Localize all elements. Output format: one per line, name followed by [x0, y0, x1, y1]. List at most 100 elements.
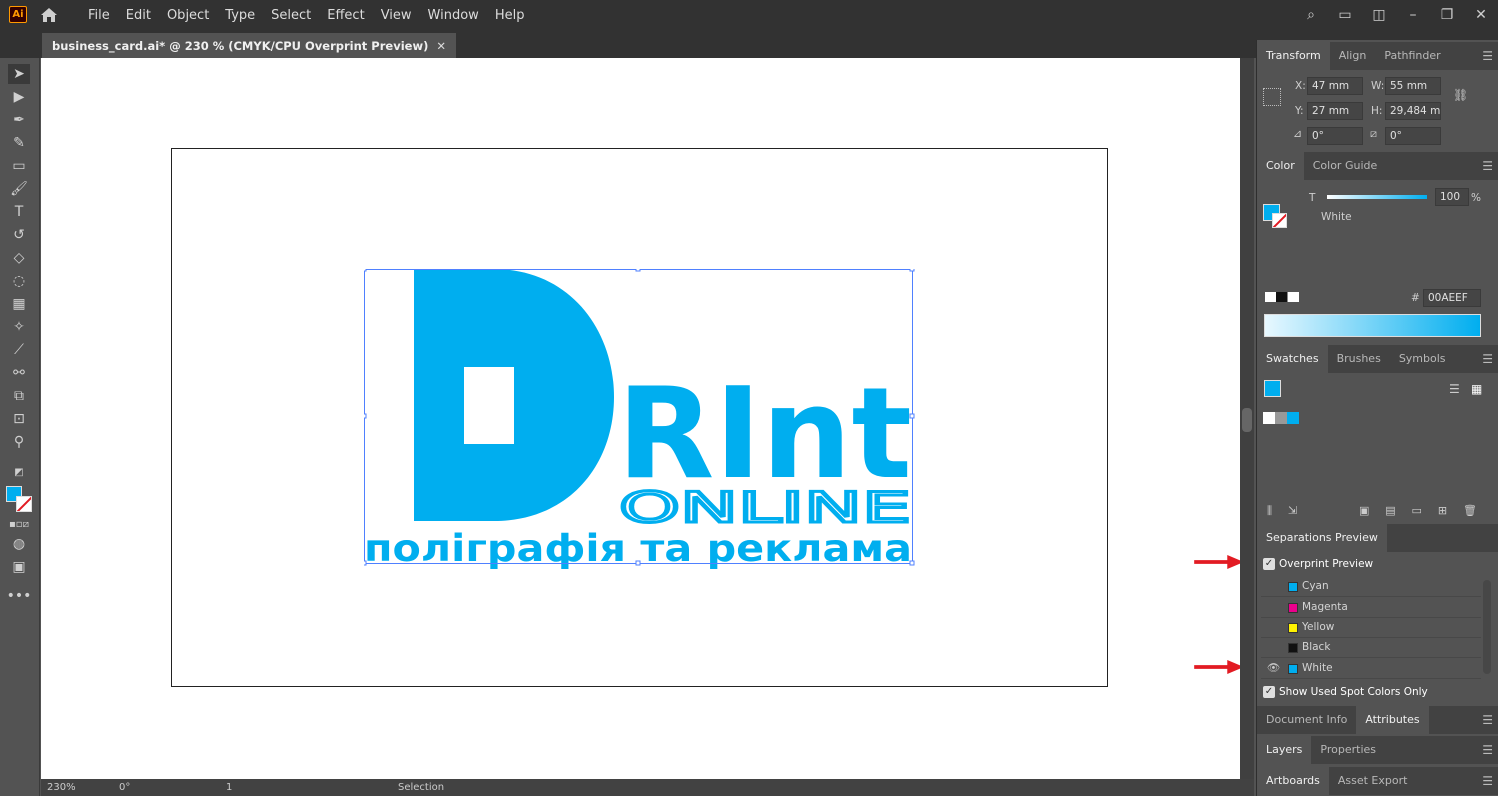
separations-scrollbar[interactable] [1483, 580, 1491, 674]
panel-menu-icon[interactable]: ☰ [1482, 774, 1493, 788]
tab-attributes[interactable]: Attributes [1356, 706, 1429, 734]
menu-select[interactable]: Select [263, 8, 319, 23]
rotate-tool-icon[interactable]: ↺ [8, 225, 30, 245]
close-tab-icon[interactable]: ✕ [436, 39, 446, 53]
swatch-options-icon[interactable]: ▣ [1359, 504, 1369, 518]
menu-view[interactable]: View [373, 8, 420, 23]
menu-help[interactable]: Help [487, 8, 533, 23]
artboard-tool-icon[interactable]: ⊡ [8, 409, 30, 429]
x-field[interactable]: 47 mm [1307, 77, 1363, 95]
search-icon[interactable]: ⌕ [1294, 7, 1328, 23]
document-tab[interactable]: business_card.ai* @ 230 % (CMYK/CPU Over… [42, 33, 456, 58]
swatches-fill-icon[interactable] [1264, 380, 1281, 397]
mesh-tool-icon[interactable]: ✧ [8, 317, 30, 337]
menu-object[interactable]: Object [159, 8, 217, 23]
rectangle-tool-icon[interactable]: ▭ [8, 156, 30, 176]
print-online-logo[interactable]: RInt ONLINE поліграфія та реклама [364, 269, 916, 569]
panel-menu-icon[interactable]: ☰ [1482, 49, 1493, 63]
rotate-angle-field[interactable]: 0° [1307, 127, 1363, 145]
stroke-none-icon[interactable] [16, 496, 32, 512]
menu-type[interactable]: Type [217, 8, 263, 23]
plate-row-magenta[interactable]: Magenta [1261, 598, 1481, 618]
tab-swatches[interactable]: Swatches [1257, 345, 1328, 373]
new-swatch-icon[interactable]: ⊞ [1438, 504, 1447, 518]
hex-field[interactable]: 00AEEF [1423, 289, 1481, 307]
menu-edit[interactable]: Edit [118, 8, 159, 23]
new-group-icon[interactable]: ▭ [1412, 504, 1422, 518]
none-swatch-icon[interactable] [1265, 292, 1299, 302]
default-colors-icon[interactable]: ◩ [8, 462, 30, 482]
shear-angle-field[interactable]: 0° [1385, 127, 1441, 145]
vertical-scrollbar[interactable] [1240, 58, 1254, 779]
place-swatch-icon[interactable]: ⇲ [1288, 504, 1297, 518]
screen-mode-icon[interactable]: ▣ [8, 557, 30, 577]
workspace-switcher-icon[interactable]: ◫ [1362, 7, 1396, 23]
tab-align[interactable]: Align [1330, 42, 1376, 70]
blend-tool-icon[interactable]: ⚯ [8, 363, 30, 383]
panel-menu-icon[interactable]: ☰ [1482, 159, 1493, 173]
artboard[interactable]: RInt ONLINE поліграфія та реклама [171, 148, 1108, 687]
scroll-thumb[interactable] [1242, 408, 1252, 432]
home-icon[interactable] [38, 4, 60, 26]
lasso-tool-icon[interactable]: ◌ [8, 271, 30, 291]
tab-color[interactable]: Color [1257, 152, 1304, 180]
tab-asset-export[interactable]: Asset Export [1329, 767, 1417, 795]
zoom-level[interactable]: 230% [47, 782, 76, 793]
curvature-tool-icon[interactable]: ✎ [8, 133, 30, 153]
tab-transform[interactable]: Transform [1257, 42, 1330, 70]
panel-menu-icon[interactable]: ☰ [1482, 352, 1493, 366]
tab-pathfinder[interactable]: Pathfinder [1375, 42, 1449, 70]
menu-window[interactable]: Window [420, 8, 487, 23]
tab-color-guide[interactable]: Color Guide [1304, 152, 1387, 180]
shape-builder-tool-icon[interactable]: ⧉ [8, 386, 30, 406]
tab-artboards[interactable]: Artboards [1257, 767, 1329, 795]
stroke-swatch-icon[interactable] [1272, 213, 1287, 228]
tab-symbols[interactable]: Symbols [1390, 345, 1455, 373]
panel-menu-icon[interactable]: ☰ [1482, 713, 1493, 727]
w-field[interactable]: 55 mm [1385, 77, 1441, 95]
spot-colors-only-checkbox[interactable]: ✓ [1263, 686, 1275, 698]
list-view-icon[interactable]: ☰ [1449, 382, 1460, 396]
reference-point-icon[interactable] [1263, 88, 1281, 106]
restore-icon[interactable]: ❐ [1430, 7, 1464, 23]
h-field[interactable]: 29,484 mm [1385, 102, 1441, 120]
color-mode-icon[interactable]: ▪▫⧄ [8, 514, 30, 534]
grid-view-icon[interactable]: ▦ [1471, 382, 1482, 396]
tab-properties[interactable]: Properties [1311, 736, 1385, 764]
eyedropper-tool-icon[interactable]: ⟋ [8, 340, 30, 360]
tab-brushes[interactable]: Brushes [1328, 345, 1390, 373]
tab-layers[interactable]: Layers [1257, 736, 1312, 764]
y-field[interactable]: 27 mm [1307, 102, 1363, 120]
plate-row-yellow[interactable]: Yellow [1261, 618, 1481, 638]
close-window-icon[interactable]: ✕ [1464, 7, 1498, 23]
swatch-list[interactable] [1263, 412, 1299, 424]
minimize-icon[interactable]: – [1396, 7, 1430, 23]
canvas[interactable]: RInt ONLINE поліграфія та реклама [41, 58, 1244, 779]
overprint-preview-checkbox[interactable]: ✓ [1263, 558, 1275, 570]
paintbrush-tool-icon[interactable]: 🖌 [8, 179, 30, 199]
plate-row-black[interactable]: Black [1261, 638, 1481, 658]
pen-tool-icon[interactable]: ✒ [8, 110, 30, 130]
edit-toolbar-icon[interactable]: ••• [7, 586, 32, 606]
plate-row-cyan[interactable]: Cyan [1261, 577, 1481, 597]
rotation-view[interactable]: 0° [119, 782, 130, 793]
menu-effect[interactable]: Effect [319, 8, 372, 23]
arrange-documents-icon[interactable]: ▭ [1328, 7, 1362, 23]
swatch-libraries-icon[interactable]: ⫼ [1267, 504, 1272, 518]
color-group-icon[interactable]: ▤ [1385, 504, 1395, 518]
trash-icon[interactable]: 🗑 [1463, 504, 1477, 518]
artboard-number[interactable]: 1 [226, 782, 232, 793]
color-spectrum-ramp[interactable] [1264, 314, 1481, 337]
zoom-tool-icon[interactable]: ⚲ [8, 432, 30, 452]
selection-tool-icon[interactable]: ➤ [8, 64, 30, 84]
current-tool[interactable]: Selection [398, 782, 444, 793]
constrain-proportions-icon[interactable]: ⛓ [1453, 88, 1468, 102]
draw-mode-icon[interactable]: ◍ [8, 534, 30, 554]
tint-slider[interactable] [1327, 195, 1427, 199]
plate-row-white[interactable]: 👁 White [1261, 659, 1481, 679]
gradient-tool-icon[interactable]: ▦ [8, 294, 30, 314]
tab-separations-preview[interactable]: Separations Preview [1257, 524, 1387, 552]
type-tool-icon[interactable]: T [8, 202, 30, 222]
eraser-tool-icon[interactable]: ◇ [8, 248, 30, 268]
eye-icon[interactable]: 👁 [1267, 661, 1280, 674]
